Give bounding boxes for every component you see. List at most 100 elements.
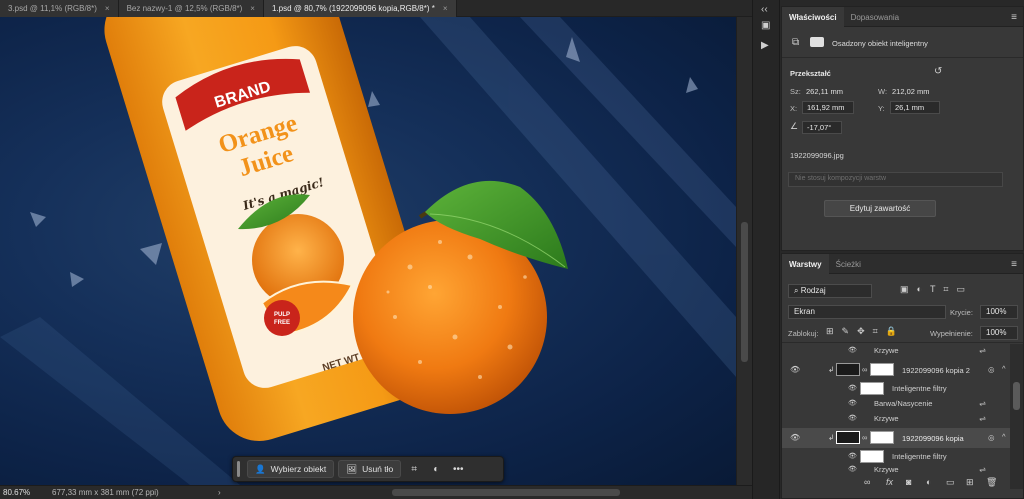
layer-effect-row[interactable]: 👁 Krzywe ⇌ — [782, 412, 1010, 425]
chevron-up-icon[interactable]: ^ — [1002, 432, 1006, 441]
layer-effect-row[interactable]: 👁 Krzywe ⇌ — [782, 464, 1010, 477]
eye-icon[interactable]: 👁 — [848, 399, 857, 407]
smart-filters-row[interactable]: 👁 Inteligentne filtry — [782, 382, 1010, 395]
layers-scrollbar[interactable] — [1010, 344, 1023, 489]
search-icon: ⌕ — [794, 286, 801, 295]
scroll-thumb[interactable] — [741, 222, 748, 362]
add-mask-icon[interactable]: ◙ — [906, 477, 911, 487]
tab-bez-nazwy[interactable]: Bez nazwy-1 @ 12,5% (RGB/8*) × — [118, 0, 264, 17]
opacity-field[interactable]: 100% — [980, 305, 1018, 319]
new-layer-icon[interactable]: ⊞ — [966, 477, 974, 488]
tab-properties[interactable]: Właściwości — [782, 7, 844, 27]
filter-options-icon[interactable]: ⇌ — [979, 465, 986, 474]
eye-icon[interactable]: 👁 — [848, 384, 857, 392]
height-value[interactable]: 212,02 mm — [892, 87, 930, 96]
link-icon: ∞ — [862, 365, 868, 374]
tab-3psd[interactable]: 3.psd @ 11,1% (RGB/8*) × — [0, 0, 119, 17]
clip-arrow-icon: ↲ — [828, 433, 835, 442]
drag-handle[interactable] — [237, 461, 240, 477]
smart-filter-icon[interactable]: ◎ — [988, 433, 995, 442]
layer-row[interactable]: 👁 ↲ ∞ 1922099096 kopia 2 ◎ ^ — [782, 360, 1010, 380]
tab-adjustments[interactable]: Dopasowania — [844, 7, 906, 27]
filter-mask-thumbnail[interactable] — [860, 450, 884, 463]
play-icon[interactable]: ▶ — [761, 40, 769, 51]
badge-line2: FREE — [274, 320, 290, 326]
smart-filters-row[interactable]: 👁 Inteligentne filtry — [782, 450, 1010, 463]
close-icon[interactable]: × — [105, 4, 110, 13]
link-layers-icon[interactable]: ∞ — [864, 477, 870, 487]
remove-background-button[interactable]: 🖼 Usuń tło — [338, 460, 402, 478]
layer-effect-row[interactable]: 👁 Krzywe ⇌ — [782, 344, 1010, 357]
panel-icon-strip: ‹‹ ▣ ▶ — [752, 0, 780, 499]
filter-icons[interactable]: ▣◐T⌗▭ — [900, 284, 973, 295]
tab-layers[interactable]: Warstwy — [782, 254, 829, 274]
smart-filter-icon[interactable]: ◎ — [988, 365, 995, 374]
eye-icon[interactable]: 👁 — [848, 414, 857, 422]
layer-name: Inteligentne filtry — [892, 452, 947, 461]
person-icon: 👤 — [255, 463, 266, 474]
panel-menu-icon[interactable]: ≡ — [1011, 12, 1017, 23]
eye-icon[interactable]: 👁 — [790, 433, 800, 442]
y-position-field[interactable]: 26,1 mm — [890, 101, 940, 114]
filter-options-icon[interactable]: ⇌ — [979, 414, 986, 423]
opacity-label: Krycie: — [950, 308, 973, 317]
remove-bg-label: Usuń tło — [362, 464, 394, 474]
fx-icon[interactable]: fx — [886, 477, 893, 487]
eye-icon[interactable]: 👁 — [848, 452, 857, 460]
layer-name: 1922099096 kopia 2 — [902, 366, 970, 375]
reset-icon[interactable]: ↺ — [934, 66, 942, 77]
mask-icon — [810, 37, 824, 47]
edit-contents-button[interactable]: Edytuj zawartość — [824, 200, 936, 217]
filter-options-icon[interactable]: ⇌ — [979, 346, 986, 355]
contextual-task-bar: 👤 Wybierz obiekt 🖼 Usuń tło ⌗ ◐ ••• — [232, 456, 504, 482]
new-group-icon[interactable]: ▭ — [946, 477, 955, 488]
link-icon: ∞ — [862, 433, 868, 442]
width-value[interactable]: 262,11 mm — [806, 87, 843, 96]
layer-name: Inteligentne filtry — [892, 384, 947, 393]
close-icon[interactable]: × — [443, 4, 448, 13]
document-dimensions: 677,33 mm x 381 mm (72 ppi) — [52, 488, 159, 497]
layer-name: Krzywe — [874, 465, 899, 474]
adjustment-layer-icon[interactable]: ◐ — [926, 477, 931, 487]
adjustment-icon[interactable]: ◐ — [427, 460, 445, 478]
close-icon[interactable]: × — [250, 4, 255, 13]
filter-mask-thumbnail[interactable] — [860, 382, 884, 395]
eye-icon[interactable]: 👁 — [848, 465, 857, 473]
history-icon[interactable]: ▣ — [761, 20, 770, 31]
zoom-level[interactable]: 80.67% — [0, 488, 48, 497]
layer-row-selected[interactable]: 👁 ↲ ∞ 1922099096 kopia ◎ ^ — [782, 428, 1010, 448]
lock-label: Zablokuj: — [788, 329, 819, 338]
fill-field[interactable]: 100% — [980, 326, 1018, 340]
linked-filename: 1922099096.jpg — [790, 151, 844, 160]
select-subject-button[interactable]: 👤 Wybierz obiekt — [247, 460, 335, 478]
tab-label: 1.psd @ 80,7% (1922099096 kopia,RGB/8*) … — [271, 4, 435, 13]
eye-icon[interactable]: 👁 — [790, 365, 800, 374]
chevron-up-icon[interactable]: ^ — [1002, 364, 1006, 373]
double-chevron-icon[interactable]: ‹‹ — [761, 4, 768, 15]
layer-name: Barwa/Nasycenie — [874, 399, 933, 408]
lock-icons[interactable]: ⊞✎✥⌗🔒 — [826, 326, 905, 337]
more-options-button[interactable]: ••• — [449, 460, 467, 478]
chevron-right-icon[interactable]: › — [168, 488, 221, 497]
angle-field[interactable]: -17,07° — [802, 121, 842, 134]
layer-effect-row[interactable]: 👁 Barwa/Nasycenie ⇌ — [782, 397, 1010, 410]
layer-name: Krzywe — [874, 346, 899, 355]
horizontal-scrollbar[interactable] — [392, 489, 620, 496]
tab-paths[interactable]: Ścieżki — [829, 254, 868, 274]
transform-icon[interactable]: ⌗ — [405, 460, 423, 478]
trash-icon[interactable]: 🗑 — [986, 477, 997, 488]
mask-thumbnail[interactable] — [870, 363, 894, 376]
panel-menu-icon[interactable]: ≡ — [1011, 259, 1017, 270]
layer-filter-dropdown[interactable]: ⌕ Rodzaj — [788, 284, 872, 298]
vertical-scrollbar[interactable] — [736, 17, 752, 485]
scroll-thumb[interactable] — [1013, 382, 1020, 410]
mask-thumbnail[interactable] — [870, 431, 894, 444]
image-icon: 🖼 — [346, 463, 358, 474]
x-position-field[interactable]: 161,92 mm — [802, 101, 854, 114]
document-canvas[interactable]: BRAND Orange Juice It's a magic! NET WT … — [0, 17, 736, 485]
blend-mode-dropdown[interactable]: Ekran — [788, 305, 946, 319]
height-label: W: — [878, 87, 888, 96]
eye-icon[interactable]: 👁 — [848, 346, 857, 354]
filter-options-icon[interactable]: ⇌ — [979, 399, 986, 408]
tab-1psd[interactable]: 1.psd @ 80,7% (1922099096 kopia,RGB/8*) … — [263, 0, 457, 17]
